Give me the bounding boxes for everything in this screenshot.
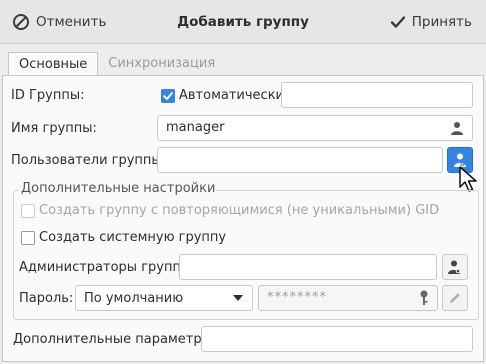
group-users-input[interactable] — [157, 147, 443, 173]
password-mode-value: По умолчанию — [84, 290, 184, 306]
admins-input[interactable] — [179, 254, 437, 280]
group-id-input[interactable] — [281, 82, 473, 108]
tab-sync[interactable]: Синхронизация — [98, 52, 225, 76]
cancel-button[interactable]: Отменить — [12, 0, 106, 44]
nonunique-gid-label: Создать группу с повторяющимися (не уник… — [39, 203, 440, 218]
password-value: ******** — [267, 290, 327, 305]
key-icon — [420, 290, 428, 305]
tab-general[interactable]: Основные — [8, 52, 99, 76]
select-admins-button[interactable] — [442, 254, 468, 280]
advanced-settings-title: Дополнительные настройки — [19, 181, 218, 196]
checkmark-icon — [163, 92, 173, 100]
system-group-checkbox[interactable] — [21, 231, 35, 245]
group-id-label: ID Группы: — [11, 88, 85, 103]
edit-password-button[interactable] — [442, 285, 468, 311]
group-users-label: Пользователи группы: — [11, 153, 167, 168]
checkmark-icon — [390, 16, 405, 28]
accept-label: Принять — [411, 14, 472, 30]
password-input[interactable]: ******** — [258, 285, 438, 311]
user-icon — [451, 122, 463, 135]
extra-params-label: Дополнительные параметры: — [13, 332, 217, 347]
system-group-label: Создать системную группу — [39, 230, 227, 245]
header-bar: Отменить Добавить группу Принять — [0, 0, 486, 44]
cancel-icon — [13, 14, 29, 30]
admins-label: Администраторы группы: — [19, 260, 196, 275]
group-name-input[interactable]: manager — [157, 115, 473, 141]
tab-panel: ID Группы: Автоматически Имя группы: man… — [2, 75, 484, 362]
group-name-value: manager — [166, 120, 225, 135]
extra-params-input[interactable] — [201, 326, 473, 352]
accept-button[interactable]: Принять — [390, 0, 472, 44]
cancel-label: Отменить — [36, 14, 107, 30]
mouse-cursor-icon — [459, 166, 477, 192]
user-settings-icon — [448, 260, 461, 274]
nonunique-gid-checkbox[interactable] — [21, 204, 35, 218]
group-name-label: Имя группы: — [11, 121, 97, 136]
password-label: Пароль: — [19, 291, 74, 306]
password-mode-select[interactable]: По умолчанию — [75, 285, 253, 311]
pencil-icon — [450, 293, 460, 303]
auto-id-checkbox[interactable] — [161, 89, 175, 103]
chevron-down-icon — [233, 295, 243, 301]
tab-bar: Основные Синхронизация — [8, 52, 225, 76]
auto-id-label: Автоматически — [179, 88, 285, 103]
